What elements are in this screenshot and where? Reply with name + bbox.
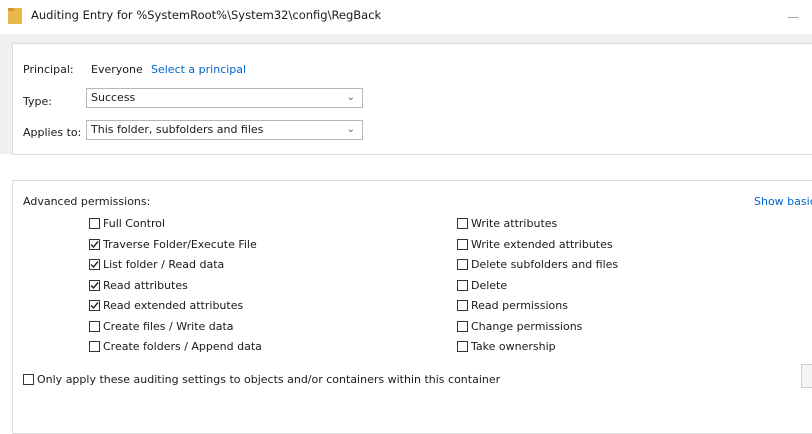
- only-apply-label: Only apply these auditing settings to ob…: [37, 373, 501, 386]
- applies-to-dropdown-value: This folder, subfolders and files: [91, 123, 264, 136]
- checkmark-icon: [90, 240, 99, 248]
- chevron-down-icon: ⌄: [346, 92, 355, 103]
- permission-checkbox[interactable]: Delete subfolders and files: [457, 257, 618, 273]
- chevron-down-icon: ⌄: [346, 124, 355, 135]
- permission-label: Change permissions: [471, 319, 583, 333]
- checkbox-box[interactable]: [457, 259, 468, 270]
- permission-label: Write attributes: [471, 217, 558, 230]
- checkmark-icon: [90, 302, 99, 310]
- permission-checkbox[interactable]: Delete: [457, 278, 507, 294]
- checkbox-box[interactable]: [457, 238, 468, 250]
- permission-label: Create files / Write data: [103, 319, 234, 333]
- checkbox-box[interactable]: [89, 279, 100, 291]
- checkbox-box[interactable]: [457, 320, 468, 332]
- checkbox-box[interactable]: [89, 341, 100, 352]
- permission-label: Read attributes: [103, 278, 188, 292]
- checkbox-box[interactable]: [89, 238, 100, 250]
- checkmark-icon: [90, 261, 99, 269]
- permission-label: Read permissions: [471, 299, 568, 312]
- permission-label: Take ownership: [471, 340, 556, 353]
- permission-label: Write extended attributes: [471, 237, 613, 251]
- checkmark-icon: [90, 281, 99, 289]
- principal-label: Principal:: [23, 63, 74, 76]
- folder-icon: [8, 8, 22, 24]
- permission-checkbox[interactable]: Take ownership: [457, 339, 556, 355]
- permission-label: Traverse Folder/Execute File: [103, 237, 257, 251]
- permission-checkbox[interactable]: Read permissions: [457, 298, 568, 314]
- permission-label: Create folders / Append data: [103, 340, 262, 353]
- type-dropdown[interactable]: Success ⌄: [86, 88, 363, 108]
- only-apply-checkbox[interactable]: Only apply these auditing settings to ob…: [23, 372, 500, 388]
- permission-label: List folder / Read data: [103, 258, 225, 271]
- window-title: Auditing Entry for %SystemRoot%\System32…: [31, 8, 382, 22]
- title-bar: Auditing Entry for %SystemRoot%\System32…: [0, 0, 812, 34]
- select-principal-link[interactable]: Select a principal: [151, 63, 246, 76]
- permission-checkbox[interactable]: Read extended attributes: [89, 298, 243, 314]
- applies-to-label: Applies to:: [23, 126, 82, 139]
- checkbox-box[interactable]: [457, 341, 468, 352]
- permission-label: Delete: [471, 278, 508, 292]
- checkbox-box[interactable]: [23, 374, 34, 385]
- permission-checkbox[interactable]: Change permissions: [457, 319, 582, 335]
- permission-label: Delete subfolders and files: [471, 258, 619, 271]
- permission-label: Read extended attributes: [103, 299, 244, 312]
- checkbox-box[interactable]: [457, 279, 468, 291]
- checkbox-box[interactable]: [89, 259, 100, 270]
- permission-checkbox[interactable]: List folder / Read data: [89, 257, 224, 273]
- permission-checkbox[interactable]: Traverse Folder/Execute File: [89, 237, 257, 253]
- checkbox-box[interactable]: [89, 300, 100, 311]
- applies-to-dropdown[interactable]: This folder, subfolders and files ⌄: [86, 120, 363, 140]
- permission-checkbox[interactable]: Create folders / Append data: [89, 339, 262, 355]
- permission-checkbox[interactable]: Write extended attributes: [457, 237, 613, 253]
- checkbox-box[interactable]: [457, 218, 468, 229]
- side-button[interactable]: [801, 364, 812, 388]
- type-label: Type:: [23, 95, 52, 108]
- permission-checkbox[interactable]: Read attributes: [89, 278, 188, 294]
- minimize-button[interactable]: —: [782, 8, 804, 26]
- principal-value: Everyone: [91, 63, 143, 76]
- permission-checkbox[interactable]: Full Control: [89, 216, 165, 232]
- permission-label: Full Control: [103, 217, 166, 230]
- advanced-permissions-heading: Advanced permissions:: [23, 195, 151, 208]
- checkbox-box[interactable]: [89, 320, 100, 332]
- checkbox-box[interactable]: [89, 218, 100, 229]
- permission-checkbox[interactable]: Create files / Write data: [89, 319, 234, 335]
- checkbox-box[interactable]: [457, 300, 468, 311]
- show-basic-link[interactable]: Show basic: [754, 195, 812, 208]
- permission-checkbox[interactable]: Write attributes: [457, 216, 557, 232]
- type-dropdown-value: Success: [91, 91, 136, 104]
